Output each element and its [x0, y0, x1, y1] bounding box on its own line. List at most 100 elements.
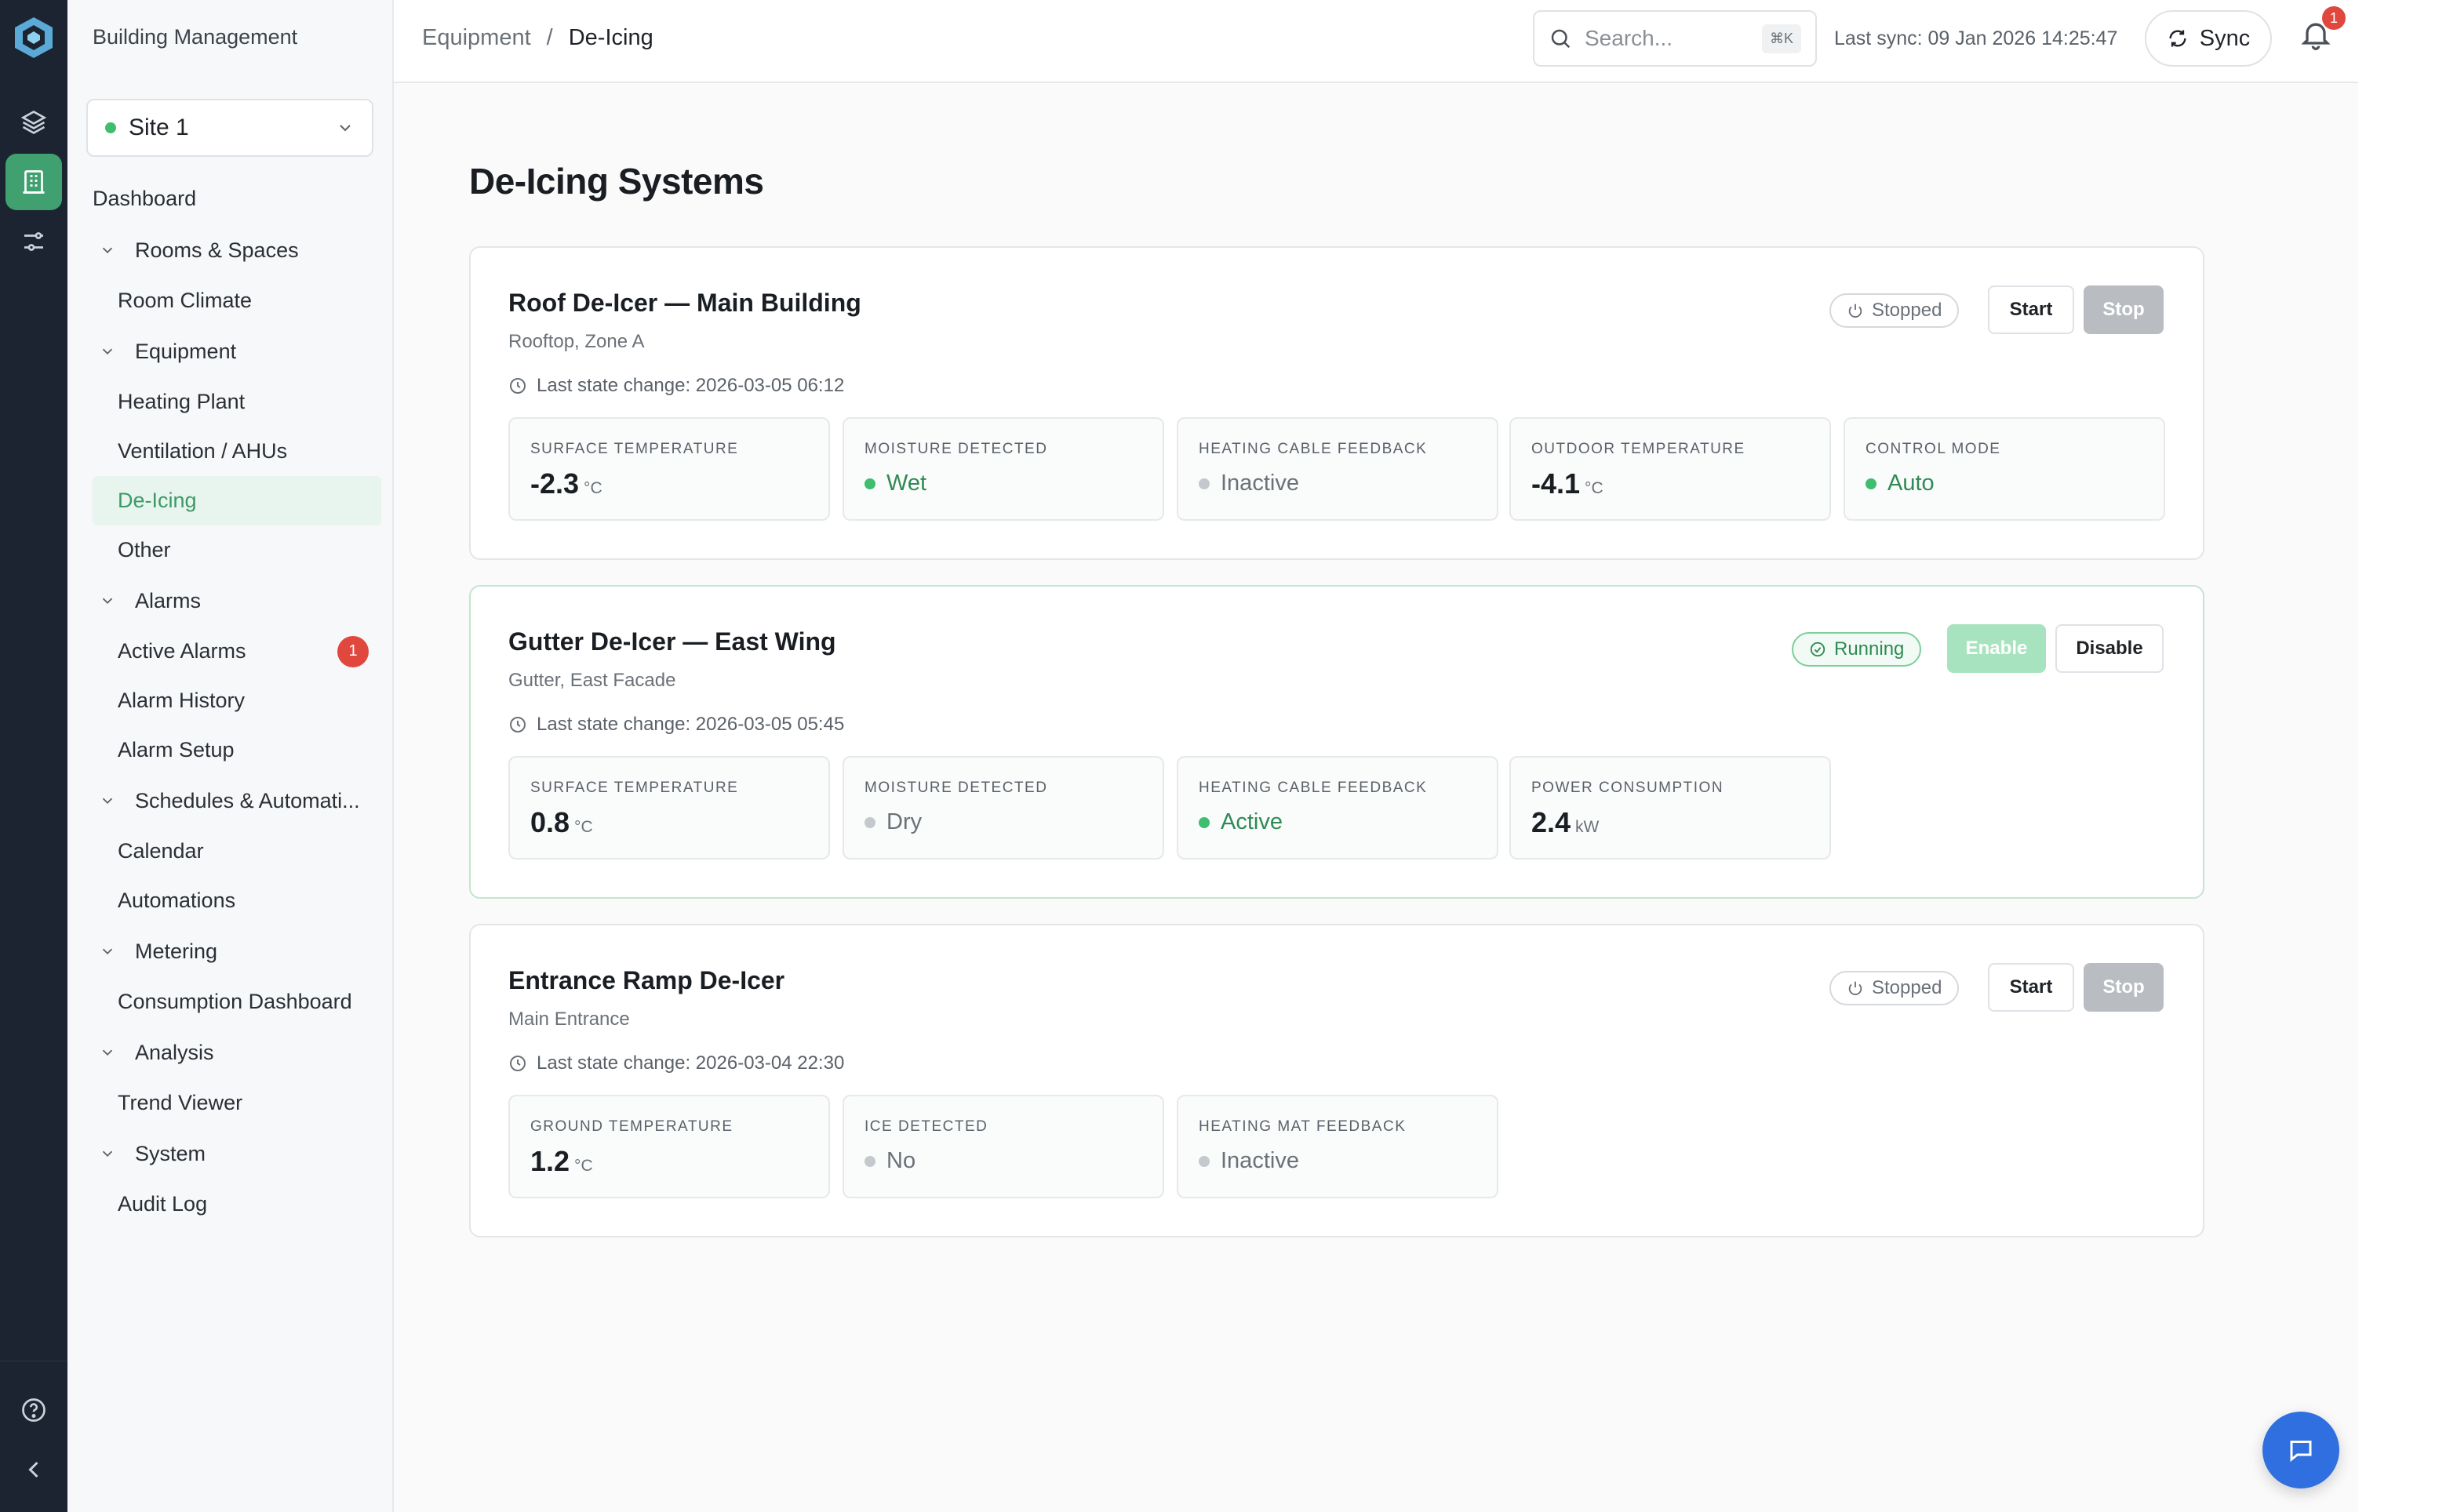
search-input[interactable]: Search... ⌘K — [1533, 10, 1817, 67]
sidebar-item-consumption-dashboard[interactable]: Consumption Dashboard — [80, 977, 381, 1027]
main-content: De-Icing Systems Roof De-Icer — Main Bui… — [394, 83, 2358, 1512]
chevron-down-icon — [340, 125, 351, 132]
metric-heating-cable-feedback: HEATING CABLE FEEDBACK Active — [1177, 756, 1498, 860]
metric-status-text: Dry — [886, 809, 923, 834]
system-location: Gutter, East Facade — [508, 670, 676, 691]
metric-surface-temperature: SURFACE TEMPERATURE 0.8 °C — [508, 756, 830, 860]
metric-status: Inactive — [1199, 1148, 1299, 1174]
de-icer-card: Roof De-Icer — Main Building Rooftop, Zo… — [469, 246, 2204, 560]
stop-button[interactable]: Stop — [2084, 285, 2164, 334]
metric-label: GROUND TEMPERATURE — [530, 1118, 733, 1135]
sidebar-item-room-climate[interactable]: Room Climate — [80, 276, 381, 325]
start-button[interactable]: Start — [1988, 285, 2074, 334]
sidebar-group-system[interactable]: System — [80, 1128, 381, 1179]
metric-label: SURFACE TEMPERATURE — [530, 780, 739, 796]
metric-status-text: Inactive — [1221, 1148, 1299, 1173]
building-icon[interactable] — [5, 154, 62, 210]
metric-value: -2.3 °C — [530, 467, 602, 500]
site-selector[interactable]: Site 1 — [86, 99, 373, 157]
sync-label: Sync — [2199, 25, 2251, 51]
sidebar-item-other[interactable]: Other — [80, 525, 381, 575]
metric-label: MOISTURE DETECTED — [864, 441, 1048, 457]
sidebar-group-rooms[interactable]: Rooms & Spaces — [80, 224, 381, 276]
metric-number: -2.3 — [530, 467, 580, 500]
last-state-change: Last state change: 2026-03-05 06:12 — [508, 375, 844, 397]
sidebar-item-de-icing[interactable]: De-Icing — [93, 476, 381, 525]
metric-status: No — [864, 1148, 915, 1174]
metric-moisture-detected: MOISTURE DETECTED Wet — [843, 417, 1164, 521]
metric-number: 2.4 — [1531, 806, 1571, 838]
start-button[interactable]: Start — [1988, 963, 2074, 1012]
clock-icon — [510, 717, 526, 732]
breadcrumb-current: De-Icing — [568, 25, 653, 50]
metric-status-text: Active — [1221, 809, 1283, 834]
collapse-icon[interactable] — [5, 1441, 62, 1498]
metric-outdoor-temperature: OUTDOOR TEMPERATURE -4.1 °C — [1509, 417, 1831, 521]
sidebar-group-label: Equipment — [135, 339, 237, 363]
metric-unit: °C — [574, 818, 593, 836]
sidebar-item-audit-log[interactable]: Audit Log — [80, 1179, 381, 1229]
last-state-change-text: Last state change: 2026-03-05 06:12 — [537, 375, 845, 396]
breadcrumb: Equipment / De-Icing — [422, 25, 653, 51]
sidebar-group-label: Rooms & Spaces — [135, 238, 299, 262]
rail-footer — [0, 1361, 67, 1512]
sidebar-item-alarm-setup[interactable]: Alarm Setup — [80, 725, 381, 775]
layers-icon[interactable] — [5, 94, 62, 151]
sidebar-group-analysis[interactable]: Analysis — [80, 1027, 381, 1078]
sidebar-item-ventilation[interactable]: Ventilation / AHUs — [80, 427, 381, 476]
logo-icon[interactable] — [10, 14, 57, 61]
metric-status-text: No — [886, 1148, 916, 1173]
status-label: Stopped — [1872, 977, 1942, 998]
search-shortcut: ⌘K — [1761, 24, 1801, 53]
site-label: Site 1 — [129, 114, 189, 140]
system-location: Rooftop, Zone A — [508, 331, 645, 352]
metric-label: HEATING CABLE FEEDBACK — [1199, 441, 1428, 457]
sidebar-group-equipment[interactable]: Equipment — [80, 325, 381, 377]
chevron-down-icon — [102, 1049, 113, 1056]
breadcrumb-equipment[interactable]: Equipment — [422, 25, 531, 51]
power-icon — [1848, 981, 1862, 995]
chat-icon — [2290, 1441, 2312, 1463]
sync-button[interactable]: Sync — [2145, 10, 2272, 67]
last-state-change-text: Last state change: 2026-03-05 05:45 — [537, 714, 845, 735]
chat-button[interactable] — [2262, 1412, 2339, 1488]
status-badge: Stopped — [1829, 293, 1960, 328]
sidebar-item-active-alarms[interactable]: Active Alarms 1 — [80, 627, 381, 676]
clock-icon — [510, 1056, 526, 1071]
sidebar: Building Management Site 1 Dashboard Roo… — [67, 0, 394, 1512]
metric-unit: kW — [1575, 818, 1600, 836]
metric-value: 2.4 kW — [1531, 806, 1599, 839]
alarm-count-badge: 1 — [337, 635, 369, 667]
sidebar-group-metering[interactable]: Metering — [80, 925, 381, 977]
icon-rail — [0, 0, 67, 1512]
sidebar-item-dashboard[interactable]: Dashboard — [80, 173, 381, 224]
sidebar-item-calendar[interactable]: Calendar — [80, 827, 381, 876]
metric-status: Dry — [864, 809, 922, 835]
sidebar-group-schedules[interactable]: Schedules & Automati... — [80, 775, 381, 827]
metric-heating-cable-feedback: HEATING CABLE FEEDBACK Inactive — [1177, 417, 1498, 521]
sidebar-item-trend-viewer[interactable]: Trend Viewer — [80, 1078, 381, 1128]
sidebar-item-heating-plant[interactable]: Heating Plant — [80, 377, 381, 427]
top-bar: Equipment / De-Icing Search... ⌘K Last s… — [394, 0, 2358, 83]
notifications-button[interactable]: 1 — [2299, 6, 2346, 58]
metric-moisture-detected: MOISTURE DETECTED Dry — [843, 756, 1164, 860]
enable-button[interactable]: Enable — [1947, 624, 2046, 673]
sliders-icon[interactable] — [5, 213, 62, 270]
metric-value: -4.1 °C — [1531, 467, 1603, 500]
sidebar-group-label: Metering — [135, 939, 218, 963]
metric-control-mode: CONTROL MODE Auto — [1844, 417, 2165, 521]
stop-button[interactable]: Stop — [2084, 963, 2164, 1012]
disable-button[interactable]: Disable — [2055, 624, 2164, 673]
metric-heating-mat-feedback: HEATING MAT FEEDBACK Inactive — [1177, 1095, 1498, 1198]
sidebar-group-alarms[interactable]: Alarms — [80, 575, 381, 627]
metric-status: Active — [1199, 809, 1283, 835]
metric-status-text: Inactive — [1221, 471, 1299, 496]
status-dot — [1199, 1155, 1210, 1167]
metric-ice-detected: ICE DETECTED No — [843, 1095, 1164, 1198]
sidebar-item-automations[interactable]: Automations — [80, 876, 381, 925]
last-state-change: Last state change: 2026-03-04 22:30 — [508, 1052, 844, 1074]
sidebar-item-label: Active Alarms — [118, 639, 246, 663]
metric-label: POWER CONSUMPTION — [1531, 780, 1724, 796]
help-icon[interactable] — [5, 1382, 62, 1438]
sidebar-item-alarm-history[interactable]: Alarm History — [80, 676, 381, 725]
